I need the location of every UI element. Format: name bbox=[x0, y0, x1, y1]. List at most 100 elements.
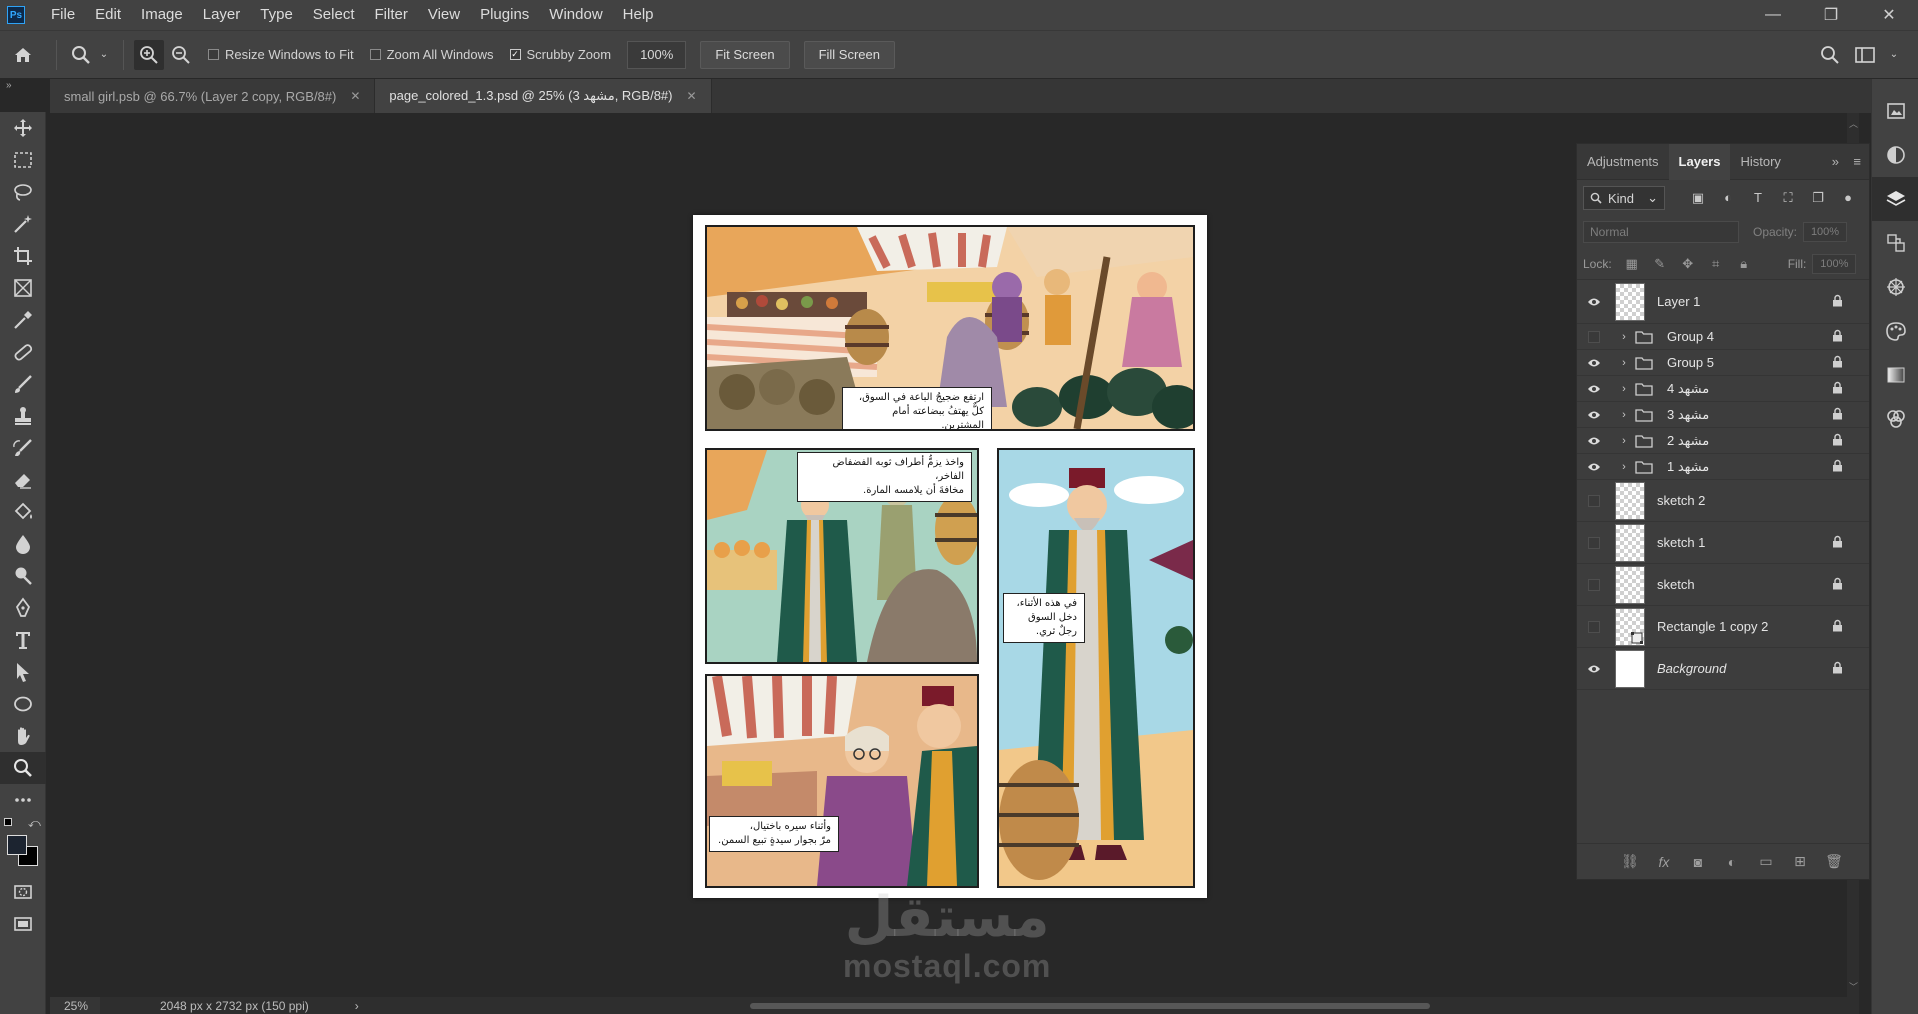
status-menu-arrow-icon[interactable]: › bbox=[355, 999, 359, 1013]
layer-name[interactable]: Layer 1 bbox=[1657, 294, 1700, 309]
workspace-icon[interactable] bbox=[1848, 46, 1884, 64]
document-tab[interactable]: small girl.psb @ 66.7% (Layer 2 copy, RG… bbox=[50, 79, 376, 113]
adjustments-icon[interactable] bbox=[1872, 133, 1918, 177]
zoom-all-windows-checkbox[interactable]: Zoom All Windows bbox=[369, 47, 494, 62]
fx-icon[interactable]: fx bbox=[1647, 854, 1681, 870]
adjustment-layer-filter-icon[interactable]: ◐ bbox=[1713, 190, 1743, 206]
type-layer-filter-icon[interactable]: T bbox=[1743, 190, 1773, 206]
chevron-right-icon[interactable]: › bbox=[1615, 435, 1633, 447]
lock-artboard-icon[interactable]: ⌗ bbox=[1702, 256, 1730, 272]
blur-tool-icon[interactable] bbox=[0, 528, 46, 560]
layer-row[interactable]: Rectangle 1 copy 2 bbox=[1577, 606, 1869, 648]
eraser-tool-icon[interactable] bbox=[0, 464, 46, 496]
visibility-toggle[interactable] bbox=[1577, 330, 1611, 343]
shape-layer-filter-icon[interactable]: ⛶ bbox=[1773, 190, 1803, 206]
paint-bucket-tool-icon[interactable] bbox=[0, 496, 46, 528]
dodge-tool-icon[interactable] bbox=[0, 560, 46, 592]
kind-filter-select[interactable]: Kind ⌄ bbox=[1583, 186, 1665, 210]
layer-name[interactable]: sketch bbox=[1657, 577, 1695, 592]
quick-mask-icon[interactable] bbox=[0, 876, 46, 908]
libraries-icon[interactable] bbox=[1872, 89, 1918, 133]
move-tool-icon[interactable] bbox=[0, 112, 46, 144]
eye-icon[interactable] bbox=[1577, 297, 1611, 307]
layer-name[interactable]: sketch 1 bbox=[1657, 535, 1705, 550]
close-button[interactable]: ✕ bbox=[1860, 0, 1918, 30]
layer-row[interactable]: sketch bbox=[1577, 564, 1869, 606]
scroll-up-icon[interactable]: ︿ bbox=[1849, 117, 1858, 130]
brush-tool-icon[interactable] bbox=[0, 368, 46, 400]
gradients-icon[interactable] bbox=[1872, 353, 1918, 397]
lock-all-icon[interactable]: 🔒︎ bbox=[1730, 256, 1758, 272]
history-brush-tool-icon[interactable] bbox=[0, 432, 46, 464]
zoom-in-icon[interactable] bbox=[134, 39, 164, 70]
scroll-down-icon[interactable]: ﹀ bbox=[1849, 980, 1858, 993]
resize-windows-checkbox[interactable]: Resize Windows to Fit bbox=[208, 47, 354, 62]
layer-row[interactable]: › مشهد 2 bbox=[1577, 428, 1869, 454]
marquee-tool-icon[interactable] bbox=[0, 144, 46, 176]
menu-image[interactable]: Image bbox=[131, 0, 193, 30]
layer-row[interactable]: sketch 1 bbox=[1577, 522, 1869, 564]
color-icon[interactable] bbox=[1872, 309, 1918, 353]
menu-edit[interactable]: Edit bbox=[85, 0, 131, 30]
lasso-tool-icon[interactable] bbox=[0, 176, 46, 208]
zoom-out-icon[interactable] bbox=[166, 40, 196, 70]
add-mask-icon[interactable]: ◙ bbox=[1681, 854, 1715, 870]
opacity-field[interactable]: 100% bbox=[1803, 222, 1848, 242]
visibility-toggle[interactable] bbox=[1577, 620, 1611, 633]
link-layers-icon[interactable]: ⛓ bbox=[1613, 853, 1647, 870]
layer-row[interactable]: sketch 2 bbox=[1577, 480, 1869, 522]
layer-row[interactable]: › مشهد 3 bbox=[1577, 402, 1869, 428]
layer-row[interactable]: › Group 5 bbox=[1577, 350, 1869, 376]
layer-name[interactable]: Group 5 bbox=[1667, 355, 1714, 370]
chevron-right-icon[interactable]: › bbox=[1615, 409, 1633, 421]
menu-view[interactable]: View bbox=[418, 0, 470, 30]
close-tab-icon[interactable]: ✕ bbox=[350, 89, 360, 103]
more-tools-icon[interactable] bbox=[0, 784, 46, 816]
path-selection-tool-icon[interactable] bbox=[0, 656, 46, 688]
layer-row[interactable]: Background bbox=[1577, 648, 1869, 690]
fill-field[interactable]: 100% bbox=[1812, 253, 1857, 274]
ellipse-tool-icon[interactable] bbox=[0, 688, 46, 720]
search-icon[interactable] bbox=[1812, 45, 1848, 65]
blend-mode-select[interactable]: Normal bbox=[1583, 221, 1739, 243]
frame-tool-icon[interactable] bbox=[0, 272, 46, 304]
document-tab[interactable]: page_colored_1.3.psd @ 25% (مشهد 3, RGB/… bbox=[375, 79, 712, 113]
menu-type[interactable]: Type bbox=[250, 0, 303, 30]
menu-help[interactable]: Help bbox=[613, 0, 664, 30]
lock-position-icon[interactable]: ✥ bbox=[1674, 256, 1702, 272]
menu-window[interactable]: Window bbox=[539, 0, 612, 30]
delete-layer-icon[interactable]: 🗑︎ bbox=[1817, 853, 1851, 870]
new-layer-icon[interactable]: ⊞ bbox=[1783, 853, 1817, 870]
chevron-down-icon[interactable]: ⌄ bbox=[95, 49, 113, 60]
chevron-right-icon[interactable]: › bbox=[1615, 357, 1633, 369]
menu-select[interactable]: Select bbox=[303, 0, 365, 30]
tab-history[interactable]: History bbox=[1730, 144, 1790, 180]
eyedropper-tool-icon[interactable] bbox=[0, 304, 46, 336]
type-tool-icon[interactable] bbox=[0, 624, 46, 656]
eye-icon[interactable] bbox=[1577, 462, 1611, 472]
menu-plugins[interactable]: Plugins bbox=[470, 0, 539, 30]
zoom-tool-preset-icon[interactable] bbox=[67, 45, 95, 65]
filter-toggle-icon[interactable]: ● bbox=[1833, 190, 1863, 206]
layer-row[interactable]: › مشهد 1 bbox=[1577, 454, 1869, 480]
layer-name[interactable]: sketch 2 bbox=[1657, 493, 1705, 508]
panel-menu-icon[interactable]: ≡ bbox=[1853, 154, 1861, 169]
visibility-toggle[interactable] bbox=[1577, 536, 1611, 549]
crop-tool-icon[interactable] bbox=[0, 240, 46, 272]
chevron-right-icon[interactable]: › bbox=[1615, 461, 1633, 473]
navigator-icon[interactable] bbox=[1872, 265, 1918, 309]
healing-brush-tool-icon[interactable] bbox=[0, 336, 46, 368]
restore-button[interactable]: ❐ bbox=[1802, 0, 1860, 30]
menu-layer[interactable]: Layer bbox=[193, 0, 251, 30]
layer-name[interactable]: مشهد 2 bbox=[1667, 433, 1709, 449]
eye-icon[interactable] bbox=[1577, 436, 1611, 446]
eye-icon[interactable] bbox=[1577, 410, 1611, 420]
tab-layers[interactable]: Layers bbox=[1668, 143, 1731, 180]
collapse-panel-icon[interactable]: » bbox=[1832, 154, 1839, 169]
chevron-right-icon[interactable]: › bbox=[1615, 331, 1633, 343]
comic-page[interactable]: ارتفع ضجيجُ الباعة في السوق، كلٌّ يهتفُ … bbox=[693, 215, 1207, 898]
new-group-icon[interactable]: ▭ bbox=[1749, 853, 1783, 870]
layer-row[interactable]: › مشهد 4 bbox=[1577, 376, 1869, 402]
layer-name[interactable]: مشهد 3 bbox=[1667, 407, 1709, 423]
lock-image-icon[interactable]: ✎ bbox=[1646, 256, 1674, 272]
